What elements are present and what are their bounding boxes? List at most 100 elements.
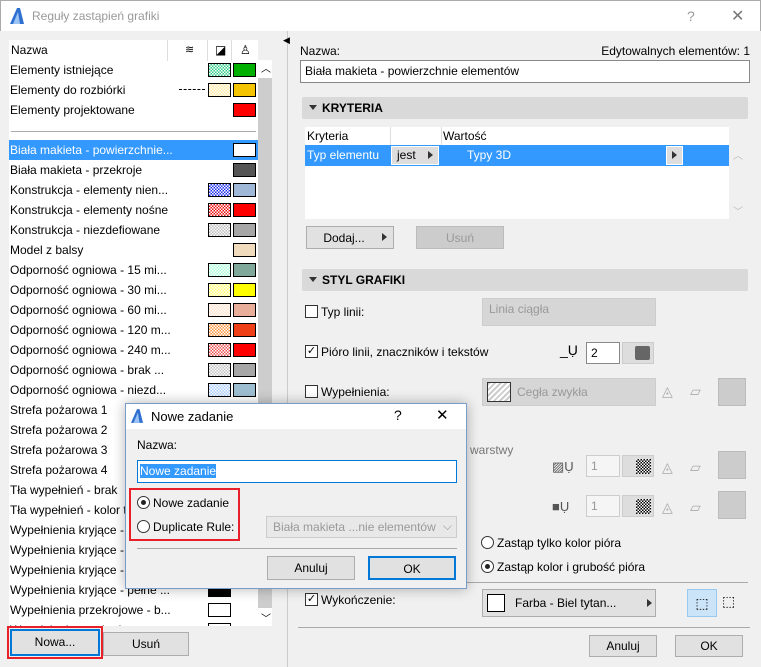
- collapse-arrow-icon[interactable]: ◀: [283, 35, 290, 46]
- delete-rule-button[interactable]: Usuń: [103, 632, 189, 656]
- surface-swatch: [233, 243, 256, 257]
- criteria-scroll-down-icon[interactable]: ﹀: [733, 203, 743, 218]
- foreground-pen-color-button[interactable]: [622, 455, 654, 477]
- remove-criteria-button[interactable]: Usuń: [416, 226, 504, 249]
- fill-swatch: [208, 363, 231, 377]
- list-item[interactable]: Konstrukcja - elementy nien...: [9, 180, 258, 200]
- surface-swatch: [233, 383, 256, 397]
- scroll-up-icon[interactable]: ︿: [261, 60, 271, 75]
- fill-dropdown[interactable]: Cegła zwykła: [482, 378, 656, 406]
- dialog-title-bar: Nowe zadanie ? ✕: [126, 404, 466, 429]
- bg-section-button[interactable]: [718, 491, 746, 519]
- list-item[interactable]: Elementy do rozbiórki: [9, 80, 258, 100]
- pen-color-button[interactable]: [622, 342, 654, 364]
- radio-new-rule[interactable]: [137, 496, 150, 509]
- foreground-pen-input[interactable]: 1: [586, 455, 620, 477]
- list-item[interactable]: Wypełnienia przekrojowe - b...: [9, 600, 258, 620]
- list-item[interactable]: Odporność ogniowa - 30 mi...: [9, 280, 258, 300]
- fill-section-button[interactable]: [718, 378, 746, 406]
- list-item-label: Odporność ogniowa - 240 m...: [10, 343, 171, 357]
- line-type-dropdown[interactable]: Linia ciągła: [482, 298, 656, 326]
- surface-swatch: [487, 594, 505, 612]
- fill-3d-icon[interactable]: ▱: [690, 383, 701, 400]
- list-item[interactable]: Model z balsy: [9, 240, 258, 260]
- add-criteria-button[interactable]: Dodaj...: [306, 226, 394, 249]
- fill-label: Wypełnienia:: [321, 385, 390, 399]
- bg-plan-icon[interactable]: ◬: [662, 499, 673, 516]
- list-header: Nazwa ≋ ◪ ♙: [9, 40, 258, 61]
- fill-swatch: [208, 603, 231, 617]
- surface-checkbox[interactable]: ✓: [305, 593, 318, 606]
- list-item[interactable]: Konstrukcja - niezdefiowane: [9, 220, 258, 240]
- fg-section-button[interactable]: [718, 451, 746, 479]
- surface-paint-mode-button[interactable]: ⬚: [687, 589, 717, 617]
- dialog-close-button[interactable]: ✕: [436, 406, 449, 424]
- list-item-label: Odporność ogniowa - 30 mi...: [10, 283, 167, 297]
- value-picker-button[interactable]: [666, 146, 683, 165]
- fill-swatch: [208, 623, 231, 626]
- operator-dropdown[interactable]: jest: [391, 146, 439, 165]
- list-item[interactable]: Odporność ogniowa - 15 mi...: [9, 260, 258, 280]
- style-section-header[interactable]: STYL GRAFIKI: [302, 269, 748, 291]
- fill-checkbox[interactable]: [305, 385, 318, 398]
- fill-swatch: [208, 283, 231, 297]
- list-item[interactable]: Odporność ogniowa - 120 m...: [9, 320, 258, 340]
- layers-label-fragment: warstwy: [470, 443, 514, 457]
- list-item[interactable]: Odporność ogniowa - 60 mi...: [9, 300, 258, 320]
- criteria-scroll-up-icon[interactable]: ︿: [733, 147, 743, 162]
- criteria-section-header[interactable]: KRYTERIA: [302, 97, 748, 119]
- rule-name-input[interactable]: Biała makieta - powierzchnie elementów: [300, 60, 750, 83]
- background-pen-color-button[interactable]: [622, 495, 654, 517]
- ok-button[interactable]: OK: [675, 635, 743, 657]
- criteria-row[interactable]: Typ elementu jest Typy 3D: [305, 145, 729, 166]
- list-item[interactable]: Odporność ogniowa - 240 m...: [9, 340, 258, 360]
- pen-checkbox[interactable]: ✓: [305, 345, 318, 358]
- list-item[interactable]: Biała makieta - powierzchnie...: [9, 140, 258, 160]
- radio-color-weight[interactable]: [481, 560, 494, 573]
- fill-swatch: [208, 63, 231, 77]
- dialog-ok-button[interactable]: OK: [368, 556, 456, 580]
- fg-3d-icon[interactable]: ▱: [690, 459, 701, 476]
- hatch-pattern-icon: [487, 382, 511, 402]
- close-button[interactable]: ✕: [731, 6, 744, 26]
- list-item-label: Elementy do rozbiórki: [10, 83, 126, 97]
- bg-3d-icon[interactable]: ▱: [690, 499, 701, 516]
- window-title: Reguły zastąpień grafiki: [32, 9, 160, 23]
- fg-plan-icon[interactable]: ◬: [662, 459, 673, 476]
- line-type-icon: ≋: [185, 44, 195, 56]
- surface-swatch: [233, 343, 256, 357]
- duplicate-source-select[interactable]: Biała makieta ...nie elementów ⌵: [266, 516, 457, 538]
- line-type-checkbox[interactable]: [305, 305, 318, 318]
- dialog-name-input[interactable]: Nowe zadanie: [137, 460, 457, 483]
- fill-swatch: [208, 383, 231, 397]
- fill-swatch: [208, 83, 231, 97]
- pen-number-input[interactable]: 2: [586, 342, 620, 364]
- fill-plan-icon[interactable]: ◬: [662, 383, 673, 400]
- list-item[interactable]: Elementy projektowane: [9, 100, 258, 120]
- list-item-label: Elementy istniejące: [10, 63, 114, 77]
- list-item[interactable]: Wypełnienia przekrojowe - ...: [9, 620, 258, 626]
- help-button[interactable]: ?: [687, 8, 695, 24]
- list-item[interactable]: Odporność ogniowa - niezd...: [9, 380, 258, 400]
- name-label: Nazwa:: [300, 44, 341, 58]
- list-item[interactable]: Konstrukcja - elementy nośne: [9, 200, 258, 220]
- new-rule-button[interactable]: Nowa...: [7, 626, 103, 659]
- radio-duplicate-rule[interactable]: [137, 520, 150, 533]
- column-name[interactable]: Nazwa: [11, 40, 48, 61]
- radio-duplicate-rule-label: Duplicate Rule:: [153, 520, 235, 534]
- separator: [137, 548, 457, 549]
- criteria-table[interactable]: Kryteria Wartość Typ elementu jest Typy …: [305, 127, 729, 219]
- list-item[interactable]: Elementy istniejące: [9, 60, 258, 80]
- cancel-button[interactable]: Anuluj: [589, 635, 657, 657]
- background-pen-input[interactable]: 1: [586, 495, 620, 517]
- surface-swatch: [233, 203, 256, 217]
- surface-override-icon[interactable]: ⬚: [722, 593, 735, 610]
- surface-dropdown[interactable]: Farba - Biel tytan...: [482, 589, 656, 617]
- dialog-cancel-button[interactable]: Anuluj: [267, 556, 355, 580]
- dialog-help-button[interactable]: ?: [394, 407, 402, 423]
- surface-label: Wykończenie:: [321, 593, 396, 607]
- radio-color-only[interactable]: [481, 536, 494, 549]
- list-item[interactable]: Odporność ogniowa - brak ...: [9, 360, 258, 380]
- list-item[interactable]: Biała makieta - przekroje: [9, 160, 258, 180]
- scroll-down-icon[interactable]: ﹀: [261, 610, 271, 625]
